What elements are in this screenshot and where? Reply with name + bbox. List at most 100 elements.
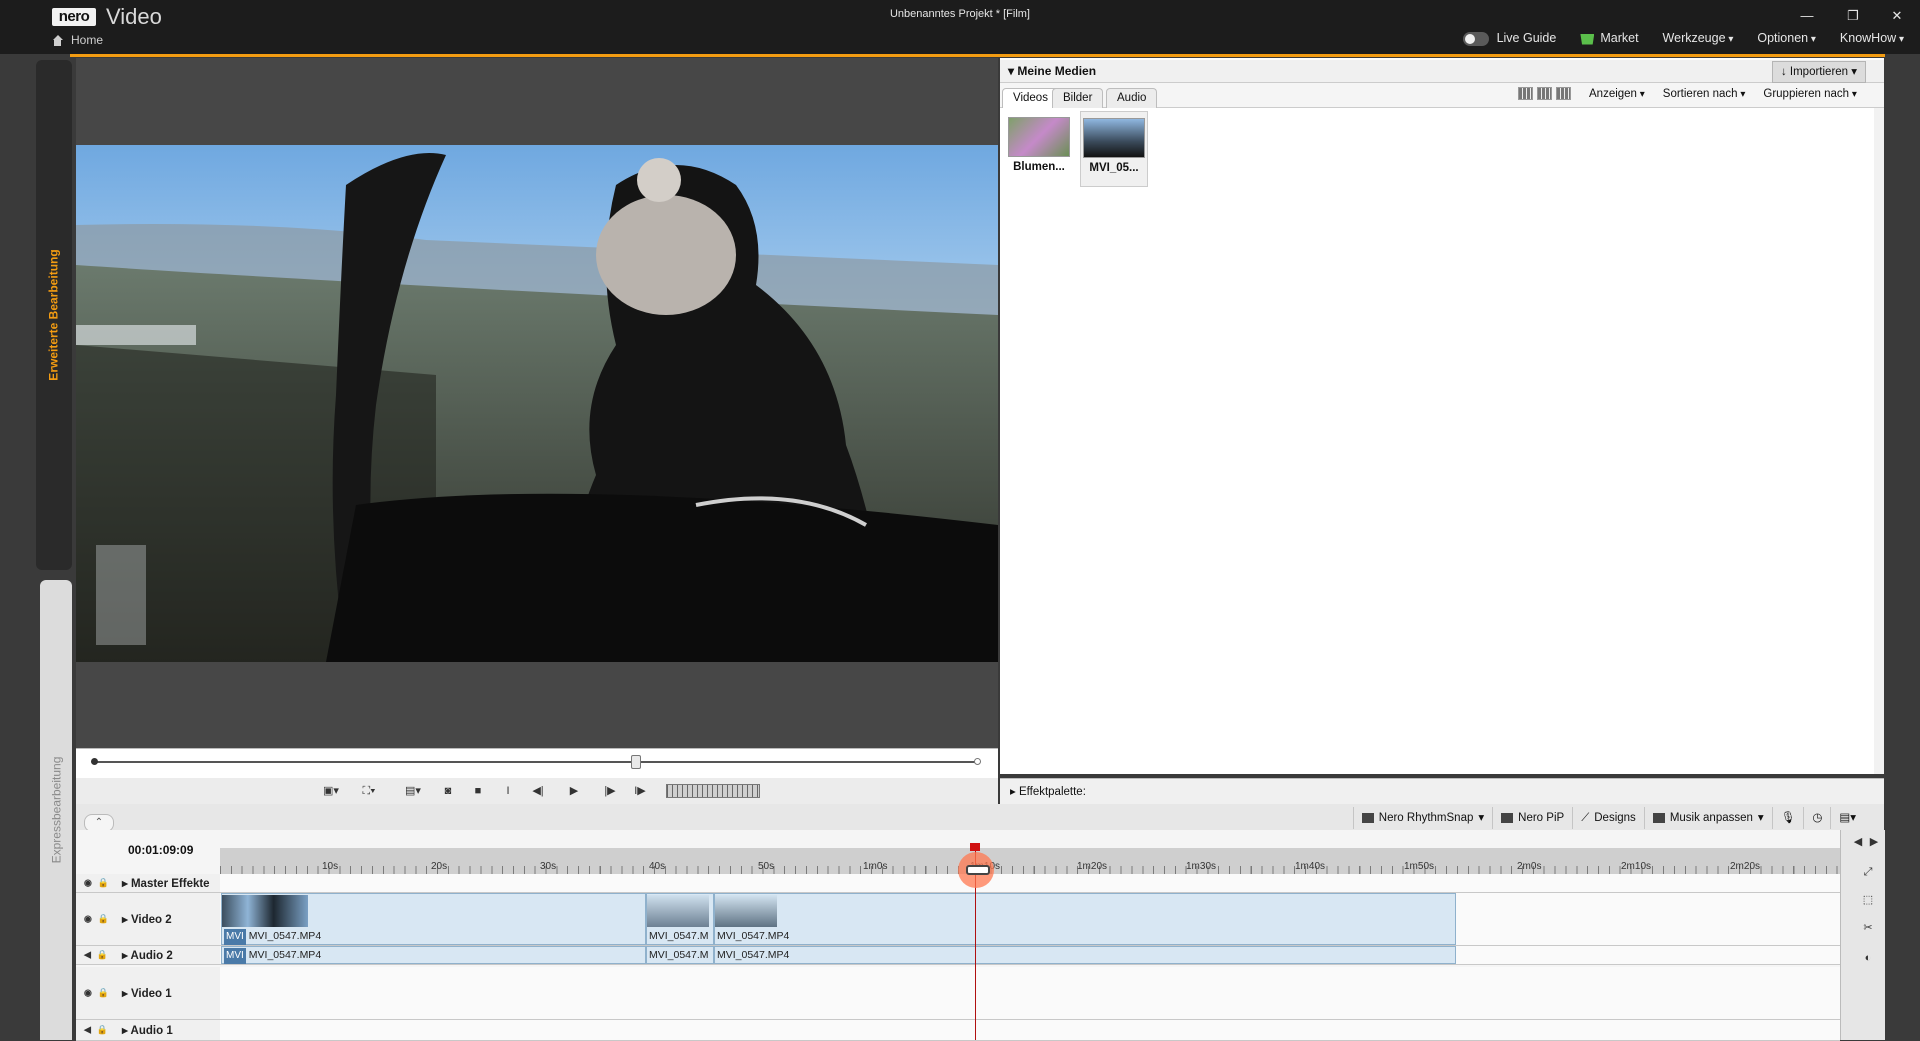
ruler-tick: 1m30s [1186, 861, 1217, 872]
rhythmsnap-button[interactable]: Nero RhythmSnap ▾ [1352, 807, 1492, 829]
ruler-tick: 2m20s [1730, 861, 1761, 872]
track-controls-icon[interactable]: ◉🔒 [84, 914, 115, 925]
pip-button[interactable]: Nero PiP [1492, 807, 1572, 829]
display-mode-icon[interactable]: ▣▾ [316, 781, 346, 801]
track-label: ▸ Master Effekte [122, 878, 210, 890]
ruler-tick: 10s [322, 861, 339, 872]
tab-audio[interactable]: Audio [1106, 88, 1158, 108]
express-edit-label: Expressbearbeitung [49, 756, 64, 864]
toggle-icon [1462, 31, 1489, 46]
video-clip[interactable]: MVI_0547.MP4 [714, 893, 1456, 945]
time-ruler[interactable] [220, 848, 1840, 875]
clip-filmstrip [715, 895, 777, 927]
stop-icon[interactable]: ■ [466, 781, 490, 801]
select-icon[interactable]: ⬚ [1856, 890, 1880, 910]
scissors-icon[interactable]: ✂ [1856, 918, 1880, 938]
live-guide-toggle[interactable]: Live Guide [1462, 31, 1557, 46]
menu-werkzeuge[interactable]: Werkzeuge [1663, 31, 1734, 45]
media-item[interactable]: Blumen... [1006, 111, 1072, 185]
video-preview [76, 145, 998, 662]
media-title[interactable]: ▾ Meine Medien [1008, 64, 1096, 78]
lane-audio1[interactable] [220, 1020, 1840, 1041]
top-menu: Live Guide Market Werkzeuge Optionen Kno… [1462, 31, 1904, 46]
designs-button[interactable]: ⟋ Designs [1572, 807, 1644, 829]
jog-wheel[interactable] [666, 784, 760, 798]
track-header-video1[interactable]: ◉🔒 ▸ Video 1 [76, 967, 220, 1020]
tab-bilder[interactable]: Bilder [1052, 88, 1104, 108]
audio-clip[interactable]: MVI_0547.M [646, 946, 714, 964]
speed-icon[interactable]: ◐ [1856, 948, 1880, 968]
snapshot-icon[interactable]: ◙ [436, 781, 460, 801]
market-label: Market [1600, 31, 1639, 46]
ruler-tick: 20s [431, 861, 448, 872]
video-clip[interactable]: MVI MVI_0547.MP4 [221, 893, 646, 945]
sortieren-dropdown[interactable]: Sortieren nach [1663, 88, 1746, 100]
media-tools: Anzeigen Sortieren nach Gruppieren nach [1518, 87, 1857, 100]
track-header-video2[interactable]: ◉🔒 ▸ Video 2 [76, 893, 220, 946]
view-list-icon[interactable] [1556, 87, 1571, 100]
zoom-icon[interactable]: ⤢ [1856, 862, 1880, 882]
video-thumbnail [1083, 118, 1145, 158]
lane-video1[interactable] [220, 967, 1840, 1020]
clip-filmstrip [647, 895, 709, 927]
effects-palette-toggle[interactable]: ▸ Effektpalette: [1010, 784, 1086, 798]
anzeigen-dropdown[interactable]: Anzeigen [1589, 88, 1645, 100]
ruler-tick: 1m0s [863, 861, 888, 872]
minimize-button[interactable]: — [1784, 6, 1830, 26]
flower-thumbnail [1008, 117, 1070, 157]
track-controls-icon[interactable]: ◀🔒 [84, 1025, 114, 1036]
timer-icon[interactable]: ◷ [1803, 807, 1830, 829]
restore-button[interactable]: ❐ [1830, 6, 1876, 26]
accent-line [70, 54, 1885, 57]
media-scrollbar[interactable] [1874, 108, 1884, 774]
track-label: ▸ Audio 1 [122, 1025, 173, 1037]
mark-out-icon[interactable]: I▶ [628, 781, 652, 801]
audio-clip[interactable]: MVI MVI_0547.MP4 [221, 946, 646, 964]
fullscreen-icon[interactable]: ⛶▾ [354, 781, 384, 801]
audio-clip[interactable]: MVI_0547.MP4 [714, 946, 1456, 964]
seek-handle[interactable] [631, 755, 641, 769]
media-item-selected[interactable]: MVI_05... [1080, 111, 1148, 187]
gruppieren-dropdown[interactable]: Gruppieren nach [1763, 88, 1856, 100]
timeline-tools: Nero RhythmSnap ▾ Nero PiP ⟋ Designs Musik… [1352, 807, 1864, 829]
music-fit-button[interactable]: Musik anpassen ▾ [1643, 807, 1772, 829]
microphone-icon[interactable]: 🎙 [1771, 807, 1804, 829]
timecode-display: 00:01:09:09 [128, 843, 194, 857]
live-guide-label: Live Guide [1496, 31, 1557, 45]
step-forward-icon[interactable]: |▶ [598, 781, 622, 801]
track-header-audio1[interactable]: ◀🔒 ▸ Audio 1 [76, 1020, 220, 1041]
track-controls-icon[interactable]: ◀🔒 [84, 950, 114, 961]
import-button[interactable]: ↓ Importieren ▾ [1772, 61, 1866, 83]
close-button[interactable]: ✕ [1874, 6, 1920, 26]
clip-label: MVI_0547.M [649, 930, 709, 942]
menu-optionen[interactable]: Optionen [1757, 31, 1816, 45]
view-large-icon[interactable] [1518, 87, 1533, 100]
effects-bar [1000, 778, 1884, 805]
view-grid-icon[interactable] [1537, 87, 1552, 100]
lane-master[interactable] [220, 874, 1840, 893]
media-header [1000, 60, 1884, 83]
tab-videos[interactable]: Videos [1002, 88, 1059, 108]
mark-in-icon[interactable]: I [496, 781, 520, 801]
home-button[interactable]: Home [52, 33, 103, 47]
play-icon[interactable]: ▶ [562, 781, 586, 801]
clip-label: MVI_0547.M [649, 949, 709, 961]
track-header-audio2[interactable]: ◀🔒 ▸ Audio 2 [76, 946, 220, 965]
market-button[interactable]: Market [1580, 31, 1639, 46]
home-label: Home [71, 33, 104, 47]
playhead-marker[interactable] [970, 843, 980, 851]
video-clip[interactable]: MVI_0547.M [646, 893, 714, 945]
export-icon[interactable]: ▤▾ [1830, 807, 1864, 829]
clip-label: MVI MVI_0547.MP4 [222, 928, 321, 945]
track-controls-icon[interactable]: ◉🔒 [84, 988, 115, 999]
seek-track[interactable] [94, 761, 979, 763]
pip-icon [1501, 813, 1514, 823]
scroll-right-icon[interactable]: ▶ [1862, 832, 1886, 852]
track-controls-icon[interactable]: ◉🔒 [84, 878, 115, 889]
step-back-icon[interactable]: ◀| [526, 781, 550, 801]
ruler-tick: 30s [540, 861, 557, 872]
aspect-icon[interactable]: ▤▾ [398, 781, 428, 801]
track-header-master[interactable]: ◉🔒 ▸ Master Effekte [76, 874, 220, 893]
basket-icon [1580, 33, 1595, 45]
menu-knowhow[interactable]: KnowHow [1840, 31, 1904, 45]
